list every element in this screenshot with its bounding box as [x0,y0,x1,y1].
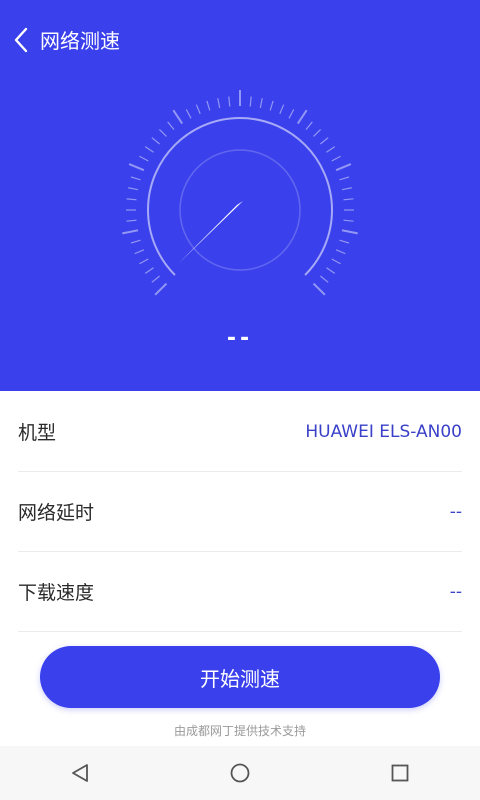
device-info-list: 机型 HUAWEI ELS-AN00 网络延时 -- 下载速度 -- [18,392,462,632]
gauge-inner-ring [179,149,301,271]
gauge-tick [195,104,201,115]
gauge-tick [126,198,137,201]
gauge-tick [185,109,192,119]
gauge-tick [144,146,154,153]
speed-test-hero: 网络测速 -- [0,0,480,391]
gauge-tick [249,96,252,107]
gauge-tick [312,282,326,296]
gauge-tick [296,109,308,125]
gauge-tick [134,249,145,255]
gauge-tick [313,128,322,137]
gauge-tick [335,249,346,255]
speedometer-needle [178,201,243,264]
square-recents-icon [391,764,409,782]
gauge-tick [206,100,211,111]
gauge-tick [339,239,350,244]
gauge-tick [130,176,141,181]
gauge-tick [259,98,263,109]
gauge-tick [320,137,329,145]
gauge-tick [339,176,350,181]
row-download-value: -- [449,581,462,602]
gauge-tick [139,258,149,265]
gauge-tick [343,198,354,201]
gauge-tick [217,98,221,109]
gauge-tick [167,121,175,130]
gauge-tick [331,258,341,265]
gauge-tick [130,239,141,244]
gauge-tick [343,219,354,222]
gauge-tick [331,155,341,162]
speed-readout: -- [226,326,254,351]
gauge-tick [326,146,336,153]
gauge-ticks [122,90,358,296]
gauge-tick [305,121,313,130]
row-latency: 网络延时 -- [18,472,462,552]
system-nav-bar [0,746,480,800]
row-model: 机型 HUAWEI ELS-AN00 [18,392,462,472]
nav-home-button[interactable] [210,753,270,793]
row-latency-value: -- [449,501,462,522]
gauge-tick [335,163,352,172]
row-model-value: HUAWEI ELS-AN00 [305,421,462,442]
gauge-tick [341,187,352,191]
gauge-tick [154,282,168,296]
row-download: 下载速度 -- [18,552,462,632]
gauge-tick [144,267,154,274]
start-test-button[interactable]: 开始测速 [40,646,440,708]
chevron-left-icon [14,27,28,53]
page-title: 网络测速 [40,29,120,53]
circle-home-icon [230,763,250,783]
gauge-tick [151,275,160,283]
gauge-tick [128,187,139,191]
speedometer-gauge [122,90,358,296]
gauge-tick [228,96,231,107]
provider-credit: 由成都网丁提供技术支持 [173,724,306,738]
gauge-tick [158,128,167,137]
gauge-outer-arc [147,117,333,276]
row-latency-label: 网络延时 [18,502,95,524]
gauge-tick [139,155,149,162]
back-button[interactable] [10,26,32,54]
row-download-label: 下载速度 [18,582,95,604]
nav-recents-button[interactable] [370,753,430,793]
gauge-tick [320,275,329,283]
gauge-tick [326,267,336,274]
gauge-tick [126,219,137,222]
gauge-tick [288,109,295,119]
gauge-tick [122,229,139,235]
gauge-tick [269,100,274,111]
gauge-tick [172,109,184,125]
gauge-tick [341,229,358,235]
triangle-back-icon [72,764,88,782]
row-model-label: 机型 [18,422,57,444]
gauge-tick [128,163,145,172]
gauge-tick [279,104,285,115]
nav-back-button[interactable] [50,753,110,793]
gauge-tick [151,137,160,145]
